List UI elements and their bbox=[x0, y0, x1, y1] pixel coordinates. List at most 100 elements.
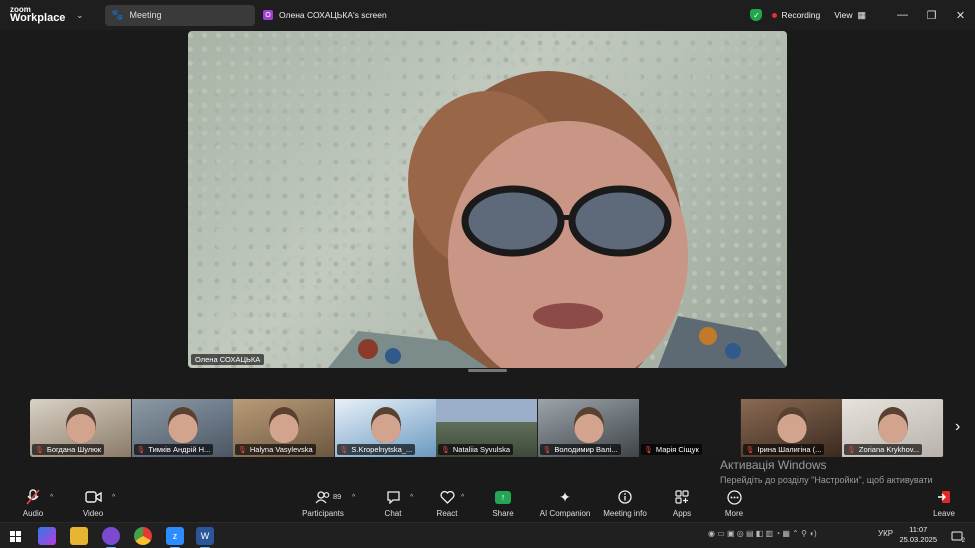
video-button[interactable]: Video bbox=[77, 486, 109, 522]
participant-name: Володимир Валі... bbox=[554, 445, 618, 454]
active-speaker-video[interactable]: Олена СОХАЦЬКА bbox=[188, 31, 787, 368]
file-explorer-icon[interactable] bbox=[70, 527, 88, 545]
copilot-icon[interactable] bbox=[38, 527, 56, 545]
close-button[interactable]: ✕ bbox=[946, 9, 975, 22]
participants-icon bbox=[315, 486, 331, 508]
participant-name: Nataliia Syvulska bbox=[452, 445, 510, 454]
participants-label: Participants bbox=[302, 509, 344, 518]
mic-muted-icon: 🎙 bbox=[339, 446, 349, 454]
mic-muted-icon bbox=[26, 486, 40, 508]
tab-shared-screen[interactable]: O Олена СОХАЦЬКА's screen bbox=[263, 10, 387, 20]
tab-meeting[interactable]: 🐾 Meeting bbox=[105, 4, 255, 26]
zoom-taskbar-icon[interactable]: z bbox=[166, 527, 184, 548]
meeting-info-button[interactable]: Meeting info bbox=[600, 486, 650, 522]
video-camera-icon bbox=[84, 486, 102, 508]
participants-count: 89 bbox=[333, 492, 342, 501]
view-button[interactable]: View ▦ bbox=[834, 10, 866, 21]
notification-count: 2 bbox=[961, 538, 965, 544]
restore-button[interactable]: ❐ bbox=[917, 9, 946, 22]
view-label: View bbox=[834, 10, 853, 20]
heart-icon bbox=[439, 486, 455, 508]
audio-button[interactable]: Audio bbox=[16, 486, 50, 522]
leave-label: Leave bbox=[933, 509, 955, 518]
apps-button[interactable]: Apps bbox=[670, 486, 694, 522]
participant-name-tag: 🎙 Ірина Шалигіна (... bbox=[742, 444, 825, 455]
video-options-caret-icon[interactable]: ^ bbox=[112, 494, 115, 501]
participant-tile[interactable]: 🎙 S.Kropelnytska_... bbox=[334, 399, 436, 457]
notifications-icon[interactable]: 2 bbox=[948, 527, 966, 545]
participant-name-tag: 🎙 S.Kropelnytska_... bbox=[336, 444, 416, 455]
participants-caret-icon[interactable]: ^ bbox=[352, 494, 355, 501]
recording-indicator[interactable]: Recording bbox=[772, 10, 820, 20]
language-indicator[interactable]: УКР bbox=[878, 529, 893, 538]
chevron-right-icon[interactable]: › bbox=[955, 418, 960, 436]
participant-name-tag: 🎙 Nataliia Syvulska bbox=[438, 444, 513, 455]
ai-companion-label: AI Companion bbox=[539, 509, 591, 518]
participant-name-tag: 🎙 Володимир Валі... bbox=[539, 444, 621, 455]
participant-name: Zoriana Krykhov... bbox=[858, 445, 920, 454]
participant-tile[interactable]: 🎙 Halyna Vasylevska bbox=[233, 399, 334, 457]
more-button[interactable]: More bbox=[721, 486, 747, 522]
minimize-button[interactable]: — bbox=[888, 9, 917, 21]
title-bar-right: ✓ Recording View ▦ — ❐ ✕ bbox=[750, 0, 975, 30]
chrome-icon[interactable] bbox=[134, 527, 152, 545]
windows-taskbar: z W ◉ ▭ ▣ ◎ ▤ ◧ ▥ ◔ ▦ ⌃ ⚲ ◖) УКР 11:07 2… bbox=[0, 522, 975, 548]
participant-name: Богдана Шулюк bbox=[46, 445, 102, 454]
tab-meeting-label: Meeting bbox=[129, 10, 162, 20]
logo-line2: Workplace bbox=[10, 12, 66, 24]
participant-gallery: 🎙 Богдана Шулюк 🎙 Тимків Андрій Н... 🎙 Halyna… bbox=[30, 399, 944, 457]
zoom-window: zoom Workplace ⌄ 🐾 Meeting O Олена СОХАЦ… bbox=[0, 0, 975, 548]
participant-tile[interactable]: 🎙 Богдана Шулюк bbox=[30, 399, 131, 457]
audio-options-caret-icon[interactable]: ^ bbox=[50, 494, 53, 501]
tab-screen-label: Олена СОХАЦЬКА's screen bbox=[279, 10, 387, 20]
title-bar: zoom Workplace ⌄ 🐾 Meeting O Олена СОХАЦ… bbox=[0, 0, 975, 30]
mic-muted-icon: 🎙 bbox=[542, 446, 552, 454]
speaker-name-tag: Олена СОХАЦЬКА bbox=[191, 354, 265, 365]
participant-name-tag: 🎙 Тимків Андрій Н... bbox=[133, 444, 214, 455]
leave-button[interactable]: Leave bbox=[931, 486, 957, 522]
participant-name-tag: 🎙 Zoriana Krykhov... bbox=[844, 444, 923, 455]
ai-companion-button[interactable]: ✦ AI Companion bbox=[537, 486, 593, 522]
participant-video bbox=[878, 407, 908, 443]
zoom-logo[interactable]: zoom Workplace bbox=[10, 6, 70, 24]
system-tray-icons[interactable]: ◉ ▭ ▣ ◎ ▤ ◧ ▥ ◔ ▦ ⌃ ⚲ ◖) bbox=[708, 529, 817, 538]
participant-name: Марія Сіщук bbox=[655, 445, 699, 454]
activation-title: Активація Windows bbox=[720, 458, 827, 472]
chevron-down-icon[interactable]: ⌄ bbox=[76, 10, 90, 21]
mic-muted-icon: 🎙 bbox=[35, 446, 44, 454]
participant-name-tag: 🎙 Марія Сіщук bbox=[641, 444, 702, 455]
react-button[interactable]: React bbox=[434, 486, 460, 522]
shield-icon[interactable]: ✓ bbox=[750, 9, 763, 21]
resize-handle[interactable] bbox=[468, 369, 507, 372]
meeting-info-label: Meeting info bbox=[603, 509, 647, 518]
grid-icon: ▦ bbox=[857, 9, 866, 20]
more-dots-icon bbox=[726, 486, 742, 508]
leave-icon bbox=[937, 486, 951, 508]
participant-tile[interactable]: 🎙 Nataliia Syvulska bbox=[436, 399, 537, 457]
taskbar-clock[interactable]: 11:07 25.03.2025 bbox=[899, 525, 937, 545]
windows-start-icon[interactable] bbox=[6, 527, 24, 545]
share-button[interactable]: ↑ Share bbox=[489, 486, 517, 522]
chat-button[interactable]: Chat bbox=[380, 486, 406, 522]
participant-name: Ірина Шалигіна (... bbox=[757, 445, 822, 454]
video-label: Video bbox=[82, 509, 104, 518]
participant-video bbox=[776, 407, 807, 443]
chat-caret-icon[interactable]: ^ bbox=[410, 494, 413, 501]
participant-tile[interactable]: 🎙 Тимків Андрій Н... bbox=[131, 399, 233, 457]
meeting-toolbar: Audio ^ Video ^ Participants 89 ^ Chat ^… bbox=[0, 486, 975, 522]
participant-tile[interactable]: 🎙 Марія Сіщук bbox=[639, 399, 740, 457]
mic-muted-icon: 🎙 bbox=[238, 446, 247, 454]
participant-tile[interactable]: 🎙 Володимир Валі... bbox=[537, 399, 639, 457]
participant-name-tag: 🎙 Halyna Vasylevska bbox=[235, 444, 316, 455]
participant-name: Halyna Vasylevska bbox=[249, 445, 313, 454]
share-screen-icon: ↑ bbox=[495, 486, 511, 508]
participant-tile[interactable]: 🎙 Ірина Шалигіна (... bbox=[740, 399, 842, 457]
participant-tile[interactable]: 🎙 Zoriana Krykhov... bbox=[842, 399, 943, 457]
viber-icon[interactable] bbox=[102, 527, 120, 548]
mic-muted-icon: 🎙 bbox=[847, 446, 856, 454]
word-icon[interactable]: W bbox=[196, 527, 214, 548]
more-label: More bbox=[724, 509, 744, 518]
clock-date: 25.03.2025 bbox=[899, 535, 937, 544]
participant-name: Тимків Андрій Н... bbox=[148, 445, 211, 454]
react-caret-icon[interactable]: ^ bbox=[461, 494, 464, 501]
